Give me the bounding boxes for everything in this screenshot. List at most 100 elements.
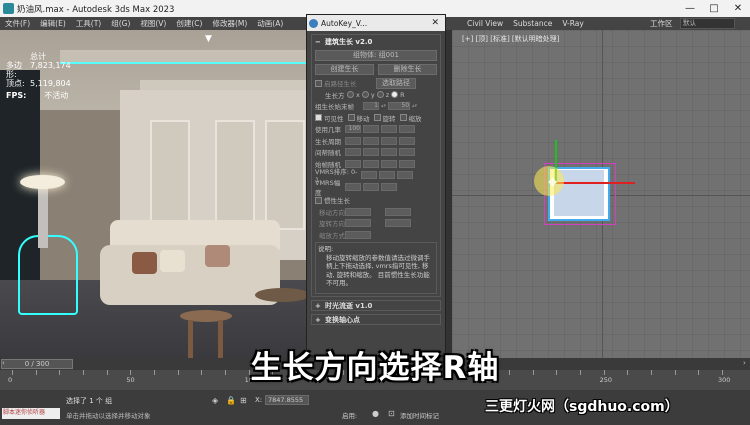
wall-panel: [215, 120, 255, 230]
inertia-label: 惯性生长: [324, 197, 350, 206]
menu-create[interactable]: 创建(C): [171, 18, 207, 29]
spinner-arrow-icon[interactable]: ▴▾: [412, 103, 417, 109]
side-table: [255, 288, 306, 302]
x-coord-field[interactable]: 7847.8555: [265, 395, 309, 405]
vmrs-amp-spinner[interactable]: [381, 182, 397, 191]
cycle-spinner[interactable]: [399, 136, 415, 145]
mini-listener[interactable]: 脚本迷你侦听器: [2, 408, 60, 419]
rollout-pivot-transform[interactable]: + 变换轴心点: [311, 314, 441, 325]
app-icon: [3, 3, 14, 14]
move-dir-label: 移动方向: [319, 208, 345, 217]
menu-tools[interactable]: 工具(T): [71, 18, 106, 29]
viewport-label[interactable]: [+] [顶] [标准] [默认明暗处理]: [462, 34, 559, 44]
vmrs-amp-spinner[interactable]: [363, 182, 379, 191]
probability-spinner[interactable]: 100: [345, 125, 361, 134]
workspace-dropdown[interactable]: 默认: [680, 18, 735, 29]
gap-spinner[interactable]: [381, 148, 397, 157]
inertia-checkbox[interactable]: [315, 196, 322, 204]
axis-y-radio[interactable]: [361, 91, 369, 99]
probability-label: 使用几率: [315, 126, 341, 135]
group-object-value: 组001: [378, 51, 399, 59]
menu-civil-view[interactable]: Civil View: [462, 19, 508, 28]
rollout-header[interactable]: − 建筑生长 v2.0: [315, 37, 437, 47]
dialog-titlebar[interactable]: AutoKey_V... ✕: [307, 15, 445, 31]
delete-growth-button[interactable]: 删除生长: [378, 64, 437, 75]
probability-spinner[interactable]: [381, 125, 397, 134]
perspective-viewport[interactable]: 总计 多边形: 7,823,174 顶点: 5,119,804 FPS: 不活动 ▼: [0, 30, 306, 360]
create-growth-button[interactable]: 创建生长: [315, 64, 374, 75]
menu-file[interactable]: 文件(F): [0, 18, 35, 29]
vmrs-amp-spinner[interactable]: [345, 182, 361, 191]
gap-spinner[interactable]: [345, 148, 361, 157]
filter-icon[interactable]: ▼: [205, 34, 215, 44]
menu-animation[interactable]: 动画(A): [252, 18, 288, 29]
vmrs-spinner[interactable]: [361, 171, 377, 180]
stats-value: 7,823,174: [30, 61, 71, 70]
stats-title: 总计: [30, 52, 46, 61]
axis-z-radio[interactable]: [376, 91, 384, 99]
menu-edit[interactable]: 编辑(E): [35, 18, 71, 29]
fps-readout: FPS: 不活动: [6, 90, 68, 101]
lamp-pole: [38, 188, 48, 248]
axis-x-radio[interactable]: [347, 91, 354, 99]
status-toggle-icon[interactable]: ●: [372, 409, 382, 419]
top-viewport[interactable]: [+] [顶] [标准] [默认明暗处理] ✥: [452, 30, 750, 360]
rot-dir-label: 旋转方向: [319, 220, 345, 229]
minimize-button[interactable]: —: [678, 3, 702, 14]
lock-icon[interactable]: 🔒: [226, 396, 236, 406]
probability-spinner[interactable]: [363, 125, 379, 134]
maximize-button[interactable]: □: [702, 3, 726, 14]
rollout-time-lapse[interactable]: + 时光流逝 v1.0: [311, 300, 441, 311]
start-spinner[interactable]: [381, 159, 397, 168]
move-gizmo-x-axis[interactable]: [555, 182, 635, 184]
initial-start-spinner[interactable]: 1: [363, 102, 379, 111]
rot-dir-dropdown: [385, 219, 411, 228]
start-spinner[interactable]: [363, 159, 379, 168]
sofa: [100, 245, 280, 305]
menu-group[interactable]: 组(G): [106, 18, 135, 29]
isolate-icon[interactable]: ◈: [212, 396, 222, 406]
start-spinner[interactable]: [399, 159, 415, 168]
gap-spinner[interactable]: [363, 148, 379, 157]
menu-modifiers[interactable]: 修改器(M): [207, 18, 252, 29]
scale-dir-label: 缩放方式: [319, 231, 345, 240]
menu-view[interactable]: 视图(V): [135, 18, 171, 29]
transform-mode-icon[interactable]: ⊞: [240, 396, 250, 406]
dialog-title: AutoKey_V...: [321, 18, 368, 28]
scene-stats: 总计 多边形: 7,823,174 顶点: 5,119,804: [6, 52, 71, 88]
move-label: 移动: [356, 114, 370, 123]
add-time-tag[interactable]: 添加时间标记: [400, 410, 439, 420]
rotate-checkbox[interactable]: [373, 114, 381, 122]
dialog-close-icon[interactable]: ✕: [431, 18, 439, 28]
menu-substance[interactable]: Substance: [508, 19, 557, 28]
scale-checkbox[interactable]: [399, 114, 407, 122]
probability-spinner[interactable]: [399, 125, 415, 134]
visibility-checkbox[interactable]: [315, 114, 322, 122]
gap-spinner[interactable]: [399, 148, 415, 157]
initial-end-spinner[interactable]: 50: [388, 102, 411, 111]
path-growth-checkbox[interactable]: [315, 79, 322, 87]
menu-vray[interactable]: V-Ray: [557, 19, 588, 28]
vmrs-spinner[interactable]: [397, 171, 413, 180]
rollout-building-growth: − 建筑生长 v2.0 组物体: 组001 创建生长 删除生长 启路径生长 选取路…: [311, 34, 441, 297]
rollout-title: 时光流逝 v1.0: [325, 301, 373, 310]
cycle-spinner[interactable]: [363, 136, 379, 145]
cycle-spinner[interactable]: [381, 136, 397, 145]
pick-path-button[interactable]: 选取路径: [376, 77, 416, 89]
close-button[interactable]: ✕: [726, 3, 750, 14]
move-checkbox[interactable]: [347, 114, 355, 122]
spinner-arrow-icon[interactable]: ▴▾: [381, 103, 386, 109]
rotate-label: 旋转: [382, 114, 396, 123]
group-object-button[interactable]: 组物体: 组001: [315, 50, 437, 61]
time-tag-icon[interactable]: ⊡: [388, 409, 398, 419]
description-title: 说明:: [318, 245, 334, 253]
cycle-spinner[interactable]: [345, 136, 361, 145]
vmrs-spinner[interactable]: [379, 171, 395, 180]
axis-r-radio[interactable]: [391, 91, 399, 99]
axis-z-label: z: [385, 90, 390, 99]
enable-label: 启用:: [342, 412, 358, 420]
visibility-label: 可见性: [324, 114, 344, 123]
autokey-dialog[interactable]: AutoKey_V... ✕ − 建筑生长 v2.0 组物体: 组001 创建生长…: [306, 14, 446, 356]
expand-icon: +: [315, 315, 321, 324]
expand-icon: +: [315, 301, 321, 310]
